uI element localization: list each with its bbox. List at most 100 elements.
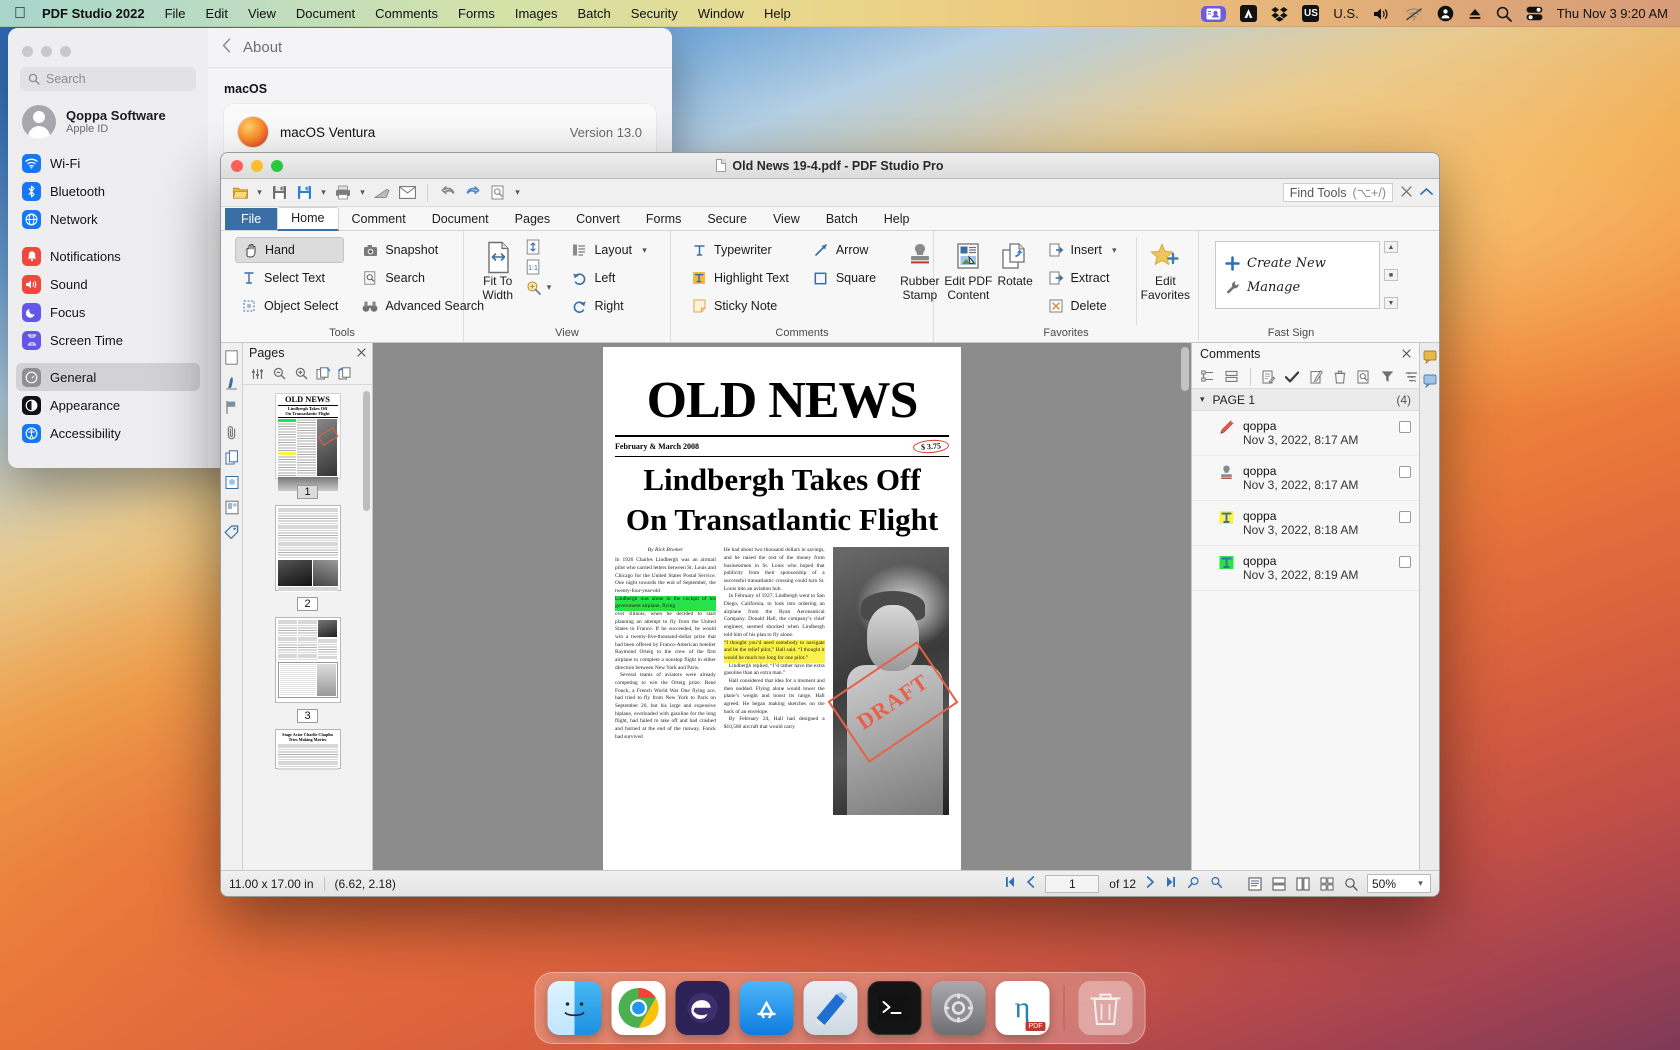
pages-thumbnails-icon[interactable] (224, 349, 240, 365)
layers-icon[interactable] (224, 499, 240, 515)
signatures-icon[interactable] (224, 374, 240, 390)
stamps-icon[interactable] (224, 474, 240, 490)
fit-to-width-button[interactable]: Fit To Width (472, 237, 523, 303)
adobe-creative-cloud-icon[interactable] (1240, 5, 1257, 22)
collapse-all-icon[interactable] (1224, 369, 1240, 385)
zoom-in-icon[interactable] (525, 279, 541, 295)
filter-comments-icon[interactable] (1379, 369, 1395, 385)
continuous-layout-icon[interactable] (1271, 876, 1287, 892)
email-icon[interactable] (396, 182, 418, 204)
create-new-signature-button[interactable]: Create New (1224, 255, 1379, 271)
comments-page-group-header[interactable]: ▾ PAGE 1 (4) (1192, 389, 1419, 411)
page-organizer-icon[interactable] (224, 449, 240, 465)
collapse-ribbon-icon[interactable] (1420, 186, 1433, 200)
input-source-label[interactable]: U.S. (1333, 6, 1358, 21)
typewriter-button[interactable]: Typewriter (685, 237, 795, 263)
control-center-toggles-icon[interactable] (1526, 6, 1543, 21)
pages-scrollbar[interactable] (363, 391, 370, 511)
apple-id-account-row[interactable]: Qoppa Software Apple ID (8, 101, 208, 149)
chevron-down-icon[interactable]: ▾ (357, 187, 368, 198)
delete-comment-icon[interactable] (1332, 369, 1348, 385)
chevron-down-icon[interactable]: ▾ (1415, 878, 1426, 889)
zoom-level-select[interactable]: 50% ▾ (1367, 874, 1431, 893)
arrow-annotation-button[interactable]: Arrow (807, 237, 882, 263)
hand-tool-button[interactable]: Hand (235, 237, 344, 263)
apple-logo-icon[interactable]:  (14, 6, 26, 22)
sidebar-item-screen-time[interactable]: Screen Time (16, 326, 200, 354)
price-annotation[interactable]: $ 3.75 (913, 439, 950, 454)
tab-file[interactable]: File (225, 208, 277, 230)
eclipse-icon[interactable] (676, 981, 730, 1035)
first-page-icon[interactable] (1004, 876, 1016, 891)
eject-icon[interactable] (1468, 7, 1482, 21)
single-page-layout-icon[interactable] (1247, 876, 1263, 892)
preflight-icon[interactable] (487, 182, 509, 204)
rotate-left-button[interactable]: Left (565, 265, 656, 291)
undo-icon[interactable] (437, 182, 459, 204)
edit-favorites-button[interactable]: Edit Favorites (1141, 237, 1190, 325)
xcode-icon[interactable] (804, 981, 858, 1035)
yellow-highlight-annotation[interactable]: “I thought you’d need somebody to naviga… (724, 640, 825, 663)
control-center-user-icon[interactable] (1437, 5, 1454, 22)
close-icon[interactable] (1402, 347, 1411, 361)
extract-pages-icon[interactable] (337, 366, 353, 382)
scroll-up-button[interactable]: ▲ (1384, 241, 1398, 253)
fit-page-icon[interactable] (525, 239, 541, 255)
extract-pages-button[interactable]: Extract (1042, 265, 1126, 291)
attachments-icon[interactable] (224, 424, 240, 440)
close-button[interactable] (22, 46, 33, 57)
save-as-icon[interactable] (293, 182, 315, 204)
menu-help[interactable]: Help (764, 6, 791, 21)
settings-search-input[interactable]: Search (20, 67, 196, 91)
expand-all-icon[interactable] (1200, 369, 1216, 385)
highlight-text-button[interactable]: Highlight Text (685, 265, 795, 291)
sidebar-item-notifications[interactable]: Notifications (16, 242, 200, 270)
menu-file[interactable]: File (165, 6, 186, 21)
tab-view[interactable]: View (760, 209, 813, 230)
pdf-studio-icon[interactable]: η PDF (996, 981, 1050, 1035)
chevron-down-icon[interactable]: ▾ (1200, 394, 1205, 405)
page-thumbnail-2[interactable] (275, 505, 341, 591)
attachments-rail-icon[interactable] (1422, 373, 1438, 389)
last-page-icon[interactable] (1165, 876, 1177, 891)
zoom-out-thumbnails-icon[interactable] (271, 366, 287, 382)
zoom-in-thumbnails-icon[interactable] (293, 366, 309, 382)
open-file-icon[interactable] (229, 182, 251, 204)
sidebar-item-accessibility[interactable]: Accessibility (16, 419, 200, 447)
actual-size-icon[interactable]: 1:1 (525, 259, 541, 275)
menu-images[interactable]: Images (515, 6, 558, 21)
save-icon[interactable] (268, 182, 290, 204)
sidebar-item-appearance[interactable]: Appearance (16, 391, 200, 419)
object-select-button[interactable]: Object Select (235, 293, 344, 319)
tab-home[interactable]: Home (277, 207, 338, 231)
menubar-app-name[interactable]: PDF Studio 2022 (42, 6, 145, 21)
redo-icon[interactable] (462, 182, 484, 204)
comment-row[interactable]: qoppa Nov 3, 2022, 8:19 AM (1192, 546, 1419, 591)
scroll-middle-button[interactable]: ■ (1384, 269, 1398, 281)
pdf-document-viewport[interactable]: OLD NEWS February & March 2008 $ 3.75 Li… (373, 343, 1191, 870)
pdf-page-1[interactable]: OLD NEWS February & March 2008 $ 3.75 Li… (603, 347, 961, 870)
scan-icon[interactable] (371, 182, 393, 204)
edit-comment-icon[interactable] (1308, 369, 1324, 385)
delete-pages-button[interactable]: Delete (1042, 293, 1126, 319)
sidebar-item-general[interactable]: General (16, 363, 200, 391)
close-icon[interactable] (357, 346, 366, 360)
menu-comments[interactable]: Comments (375, 6, 438, 21)
sidebar-item-network[interactable]: Network (16, 205, 200, 233)
find-next-icon[interactable] (1210, 876, 1223, 892)
sidebar-item-bluetooth[interactable]: Bluetooth (16, 177, 200, 205)
comment-row[interactable]: qoppa Nov 3, 2022, 8:17 AM (1192, 411, 1419, 456)
find-tools-input[interactable]: Find Tools (⌥+/) (1283, 183, 1393, 202)
zoom-button[interactable] (60, 46, 71, 57)
comments-rail-icon[interactable] (1422, 349, 1438, 365)
sticky-note-button[interactable]: Sticky Note (685, 293, 795, 319)
dropbox-icon[interactable] (1271, 6, 1288, 22)
chevron-down-icon[interactable]: ▾ (1109, 245, 1120, 256)
show-comment-icon[interactable] (1356, 369, 1372, 385)
menu-security[interactable]: Security (631, 6, 678, 21)
spotlight-search-icon[interactable] (1496, 6, 1512, 22)
select-text-button[interactable]: Select Text (235, 265, 344, 291)
sidebar-item-sound[interactable]: Sound (16, 270, 200, 298)
edit-pdf-content-button[interactable]: Edit PDF Content (942, 237, 995, 325)
chevron-down-icon[interactable]: ▾ (318, 187, 329, 198)
